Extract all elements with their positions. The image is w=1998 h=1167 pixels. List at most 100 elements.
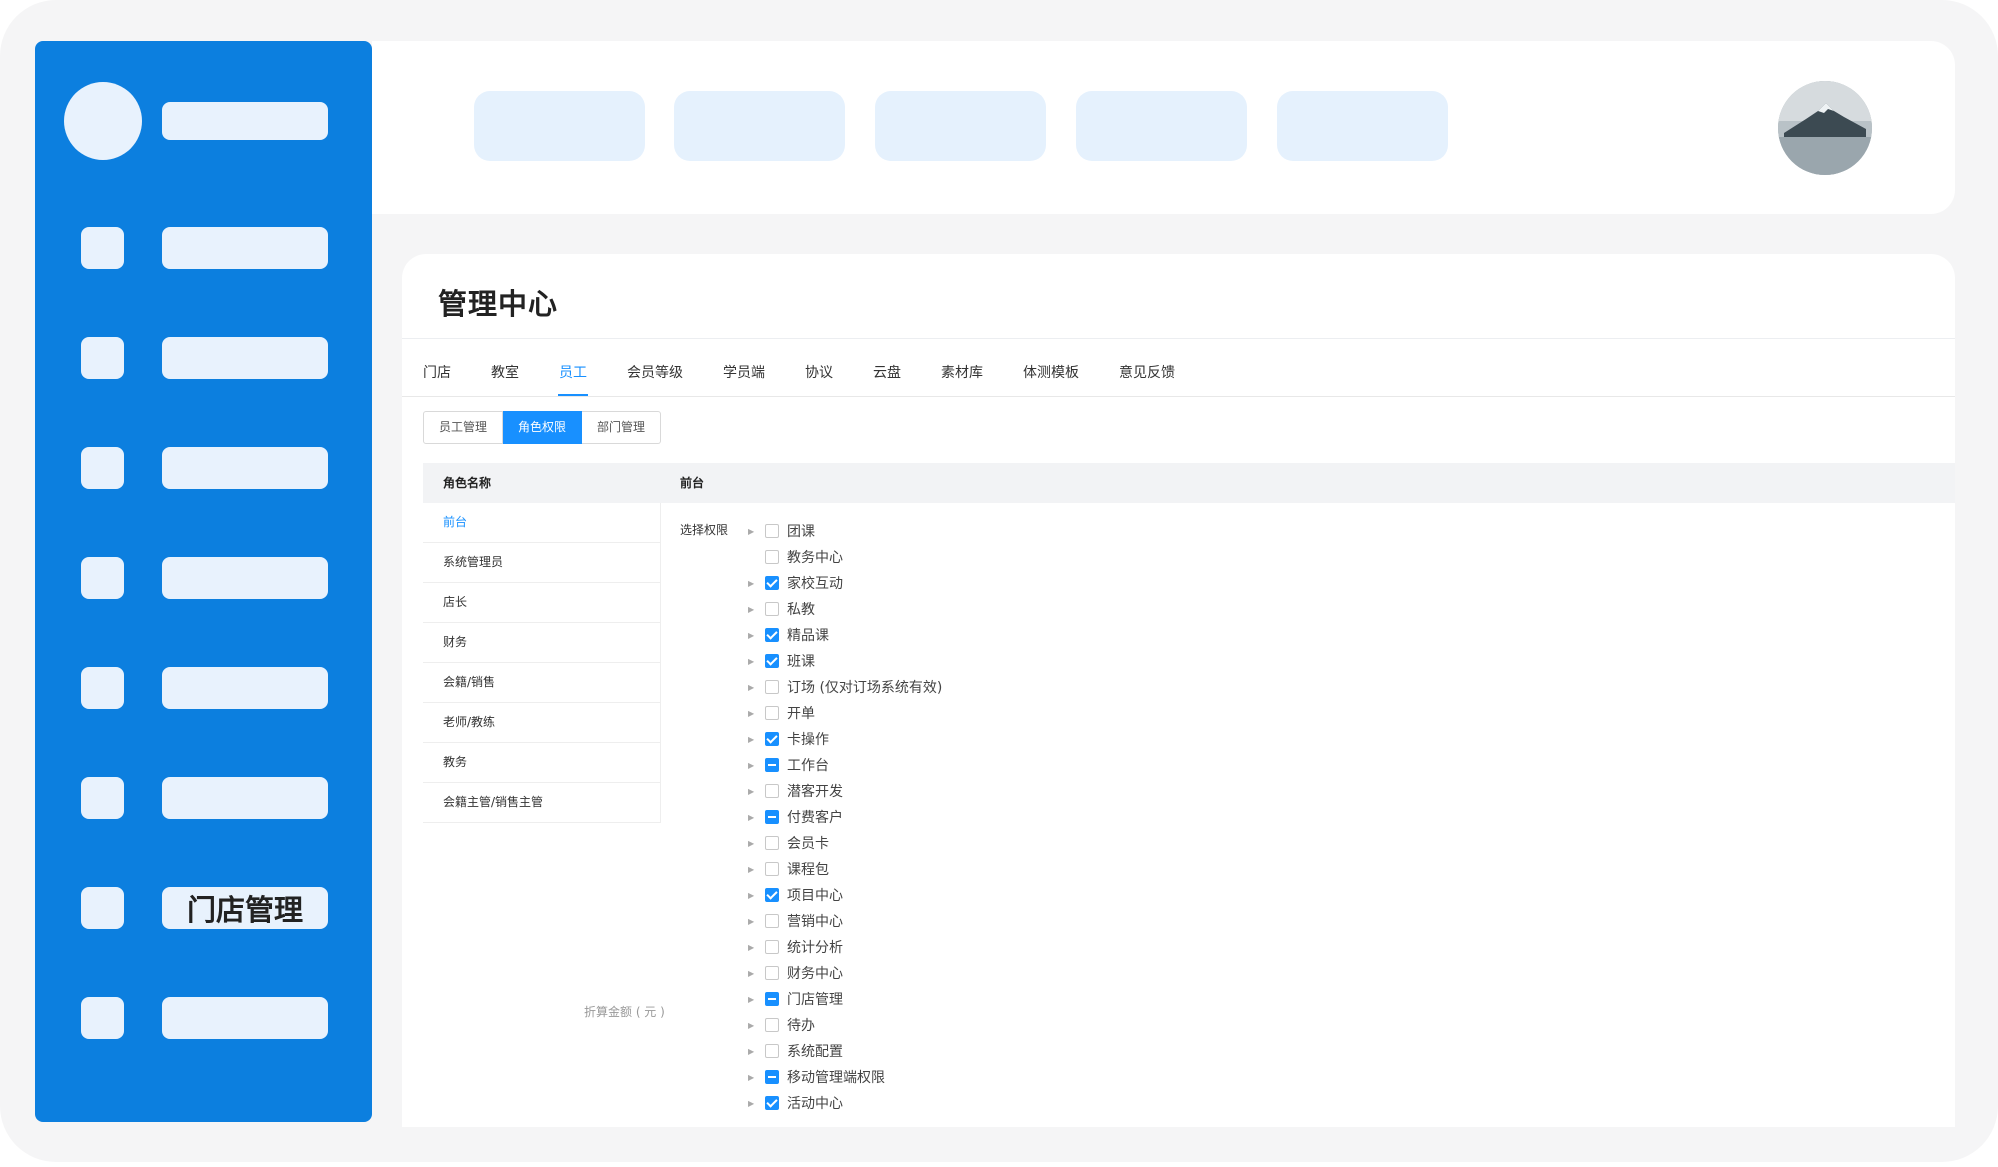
management-center-card: 管理中心 门店 教室 员工 会员等级 学员端 协议 云盘 素材库 体测模板 意见… [402, 254, 1955, 1127]
tab-fitness-templates[interactable]: 体测模板 [1023, 352, 1079, 396]
nav-icon-placeholder[interactable] [81, 337, 124, 379]
nav-item-placeholder[interactable] [162, 227, 328, 269]
nav-item-placeholder[interactable] [162, 447, 328, 489]
caret-right-icon[interactable]: ▶ [748, 527, 765, 536]
caret-right-icon[interactable]: ▶ [748, 891, 765, 900]
permission-checkbox[interactable] [765, 966, 779, 980]
nav-item-placeholder[interactable] [162, 557, 328, 599]
nav-item-placeholder[interactable] [162, 997, 328, 1039]
user-avatar[interactable] [1778, 81, 1872, 175]
tab-staff[interactable]: 员工 [558, 352, 588, 396]
permission-row: ▶ 精品课 [748, 622, 942, 648]
caret-right-icon[interactable]: ▶ [748, 761, 765, 770]
caret-right-icon[interactable]: ▶ [748, 579, 765, 588]
permission-checkbox[interactable] [765, 706, 779, 720]
permission-label: 潜客开发 [787, 784, 843, 800]
nav-icon-placeholder[interactable] [81, 777, 124, 819]
main-tabs: 门店 教室 员工 会员等级 学员端 协议 云盘 素材库 体测模板 意见反馈 [423, 352, 1215, 396]
permission-row: ▶ 系统配置 [748, 1038, 942, 1064]
caret-right-icon[interactable]: ▶ [748, 657, 765, 666]
caret-right-icon[interactable]: ▶ [748, 813, 765, 822]
permission-label: 精品课 [787, 628, 829, 644]
permission-checkbox[interactable] [765, 1044, 779, 1058]
nav-icon-store[interactable] [81, 887, 124, 929]
caret-right-icon[interactable]: ▶ [748, 631, 765, 640]
role-item[interactable]: 老师/教练 [423, 703, 660, 743]
tab-member-levels[interactable]: 会员等级 [627, 352, 683, 396]
role-item[interactable]: 会籍/销售 [423, 663, 660, 703]
page-title: 管理中心 [438, 287, 559, 321]
caret-right-icon[interactable]: ▶ [748, 943, 765, 952]
permission-checkbox[interactable] [765, 1070, 779, 1084]
nav-icon-placeholder[interactable] [81, 227, 124, 269]
permission-checkbox[interactable] [765, 862, 779, 876]
caret-right-icon[interactable]: ▶ [748, 787, 765, 796]
permission-checkbox[interactable] [765, 784, 779, 798]
permission-checkbox[interactable] [765, 524, 779, 538]
permission-checkbox[interactable] [765, 576, 779, 590]
role-item[interactable]: 教务 [423, 743, 660, 783]
permission-checkbox[interactable] [765, 680, 779, 694]
role-item[interactable]: 财务 [423, 623, 660, 663]
caret-right-icon[interactable]: ▶ [748, 709, 765, 718]
caret-right-icon[interactable]: ▶ [748, 735, 765, 744]
tab-feedback[interactable]: 意见反馈 [1119, 352, 1175, 396]
caret-right-icon[interactable]: ▶ [748, 917, 765, 926]
caret-right-icon[interactable]: ▶ [748, 865, 765, 874]
nav-item-placeholder[interactable] [162, 777, 328, 819]
permission-checkbox[interactable] [765, 1018, 779, 1032]
caret-right-icon[interactable]: ▶ [748, 839, 765, 848]
permission-label: 班课 [787, 654, 815, 670]
caret-right-icon[interactable]: ▶ [748, 1073, 765, 1082]
role-item[interactable]: 店长 [423, 583, 660, 623]
tab-agreements[interactable]: 协议 [805, 352, 833, 396]
permission-checkbox[interactable] [765, 888, 779, 902]
permission-checkbox[interactable] [765, 758, 779, 772]
header-nav-placeholder[interactable] [1076, 91, 1247, 161]
permission-checkbox[interactable] [765, 992, 779, 1006]
caret-right-icon[interactable]: ▶ [748, 683, 765, 692]
role-item[interactable]: 前台 [423, 503, 660, 543]
subtab-role-permissions[interactable]: 角色权限 [503, 411, 583, 444]
nav-item-store-management[interactable]: 门店管理 [162, 887, 328, 929]
permission-checkbox[interactable] [765, 940, 779, 954]
caret-right-icon[interactable]: ▶ [748, 605, 765, 614]
permission-checkbox[interactable] [765, 550, 779, 564]
nav-icon-placeholder[interactable] [81, 557, 124, 599]
role-item[interactable]: 系统管理员 [423, 543, 660, 583]
permission-checkbox[interactable] [765, 810, 779, 824]
permission-checkbox[interactable] [765, 1096, 779, 1110]
role-item[interactable]: 会籍主管/销售主管 [423, 783, 660, 823]
tab-student-app[interactable]: 学员端 [723, 352, 765, 396]
permission-checkbox[interactable] [765, 628, 779, 642]
permission-checkbox[interactable] [765, 914, 779, 928]
header-nav-placeholder[interactable] [674, 91, 845, 161]
permission-label: 团课 [787, 524, 815, 540]
caret-right-icon[interactable]: ▶ [748, 1047, 765, 1056]
caret-right-icon[interactable]: ▶ [748, 995, 765, 1004]
tab-cloud-drive[interactable]: 云盘 [873, 352, 901, 396]
permission-label: 家校互动 [787, 576, 843, 592]
tab-materials[interactable]: 素材库 [941, 352, 983, 396]
permission-checkbox[interactable] [765, 602, 779, 616]
permission-row: ▶ 家校互动 [748, 570, 942, 596]
tab-classrooms[interactable]: 教室 [491, 352, 519, 396]
caret-right-icon[interactable]: ▶ [748, 1021, 765, 1030]
subtab-staff-management[interactable]: 员工管理 [423, 411, 504, 444]
nav-item-placeholder[interactable] [162, 667, 328, 709]
tab-stores[interactable]: 门店 [423, 352, 451, 396]
caret-right-icon[interactable]: ▶ [748, 1099, 765, 1108]
permission-checkbox[interactable] [765, 836, 779, 850]
nav-item-placeholder[interactable] [162, 337, 328, 379]
caret-right-icon[interactable]: ▶ [748, 969, 765, 978]
permission-checkbox[interactable] [765, 732, 779, 746]
header-nav-placeholder[interactable] [875, 91, 1046, 161]
subtab-department-management[interactable]: 部门管理 [582, 411, 662, 444]
nav-icon-placeholder[interactable] [81, 997, 124, 1039]
nav-icon-placeholder[interactable] [81, 667, 124, 709]
nav-icon-placeholder[interactable] [81, 447, 124, 489]
header-nav-placeholder[interactable] [1277, 91, 1448, 161]
permission-checkbox[interactable] [765, 654, 779, 668]
header-nav-placeholder[interactable] [474, 91, 645, 161]
permission-row: ▶ 营销中心 [748, 908, 942, 934]
